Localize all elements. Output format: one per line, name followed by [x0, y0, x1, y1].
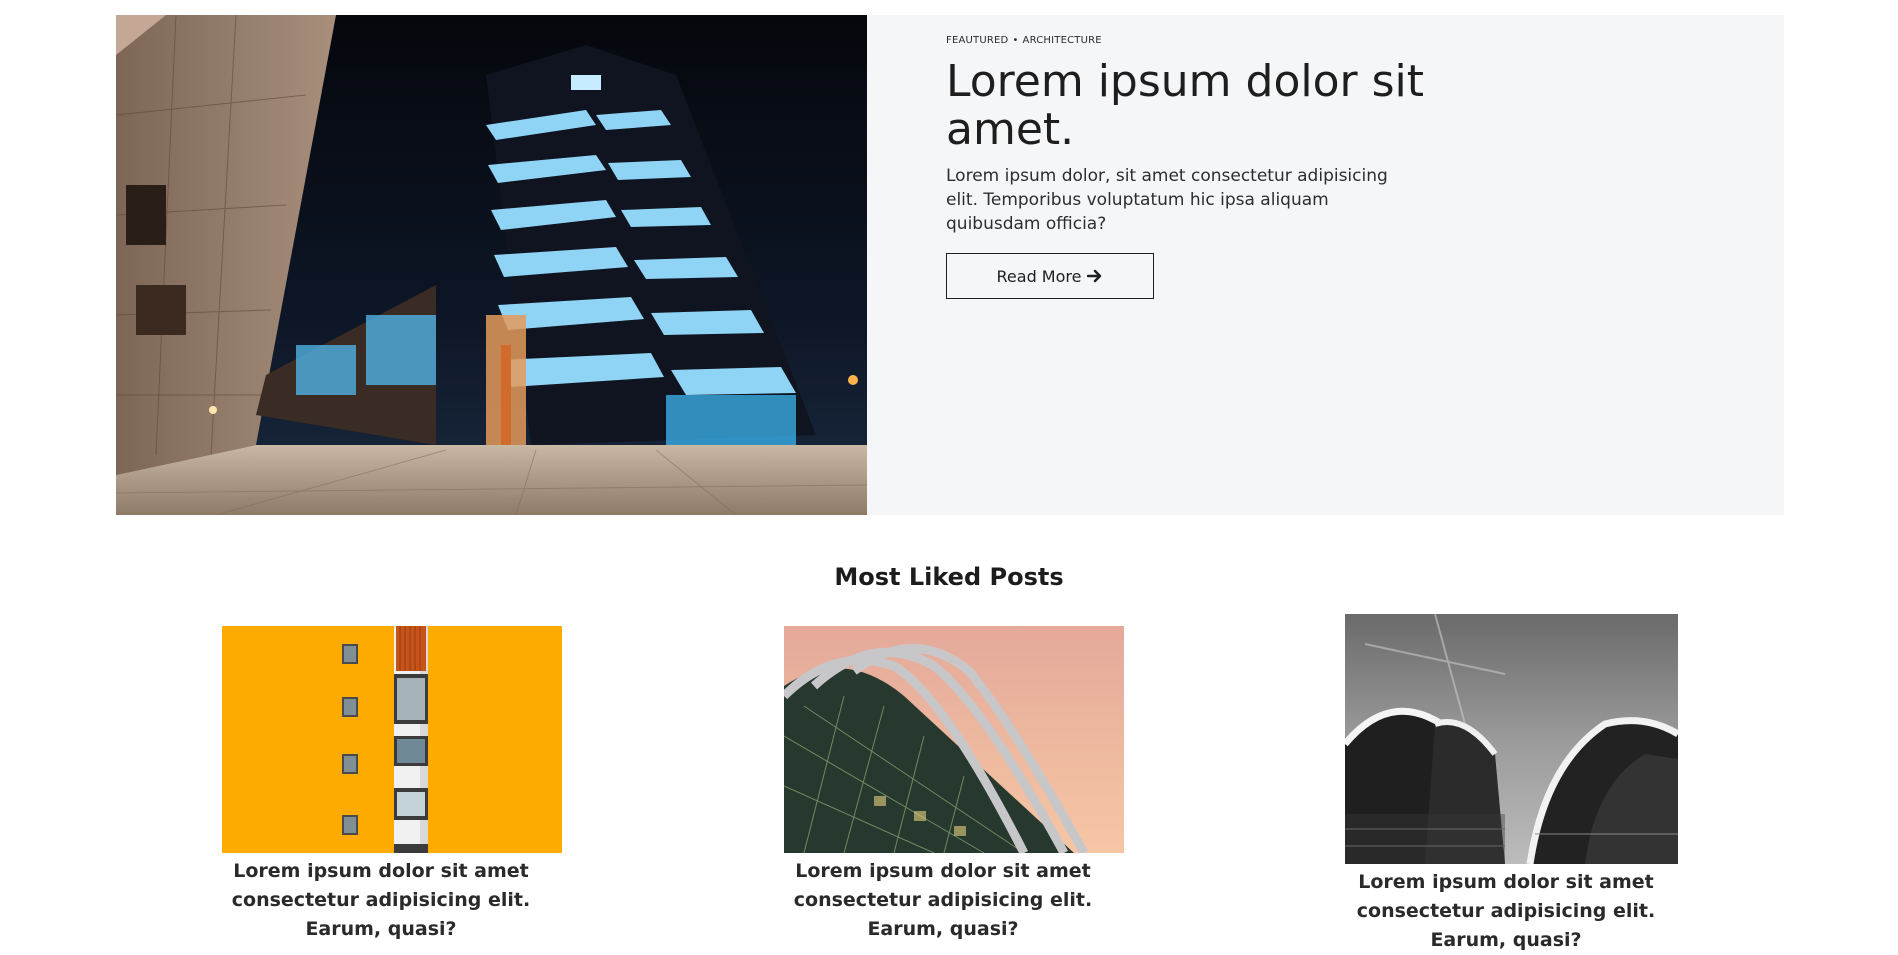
post-title[interactable]: Lorem ipsum dolor sit amet consectetur a… — [1356, 868, 1656, 955]
featured-image[interactable] — [116, 15, 867, 515]
featured-description: Lorem ipsum dolor, sit amet consectetur … — [946, 166, 1388, 234]
post-thumbnail[interactable] — [222, 626, 562, 853]
most-liked-heading: Most Liked Posts — [834, 563, 1064, 591]
featured-text: FEAUTURED • ARCHITECTURE Lorem ipsum dolor… — [946, 35, 1426, 299]
arrow-right-icon — [1087, 269, 1102, 283]
separator-dot: • — [1012, 35, 1019, 46]
post-card[interactable]: Lorem ipsum dolor sit amet consectetur a… — [186, 626, 576, 944]
post-thumbnail[interactable] — [1345, 614, 1678, 864]
read-more-label: Read More — [996, 266, 1082, 286]
post-title[interactable]: Lorem ipsum dolor sit amet consectetur a… — [793, 857, 1093, 944]
featured-eyebrow: FEAUTURED • ARCHITECTURE — [946, 35, 1426, 46]
featured-category[interactable]: FEAUTURED — [946, 35, 1008, 46]
post-thumbnail[interactable] — [784, 626, 1124, 853]
featured-post: FEAUTURED • ARCHITECTURE Lorem ipsum dolor… — [116, 15, 1784, 515]
featured-tag[interactable]: ARCHITECTURE — [1023, 35, 1102, 46]
post-card[interactable]: Lorem ipsum dolor sit amet consectetur a… — [1311, 614, 1701, 955]
post-title[interactable]: Lorem ipsum dolor sit amet consectetur a… — [231, 857, 531, 944]
post-card[interactable]: Lorem ipsum dolor sit amet consectetur a… — [748, 626, 1138, 944]
read-more-button[interactable]: Read More — [946, 253, 1154, 299]
featured-title[interactable]: Lorem ipsum dolor sit amet. — [946, 58, 1426, 154]
